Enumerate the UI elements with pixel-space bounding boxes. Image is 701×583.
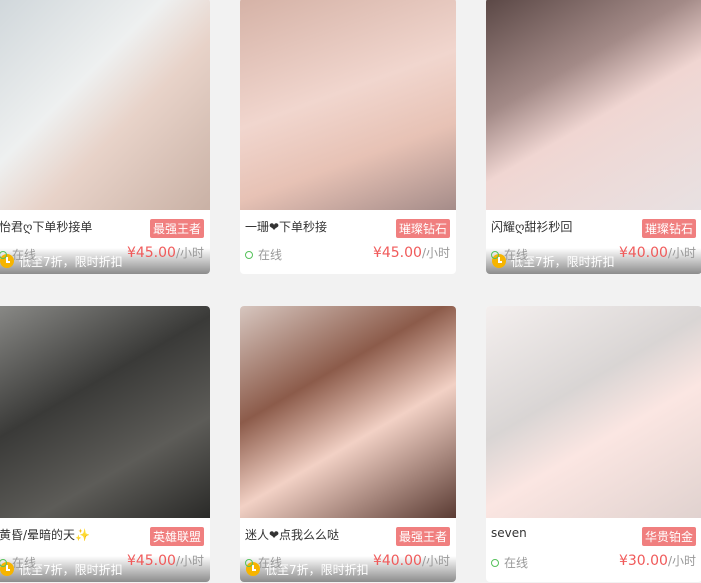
online-dot-icon [0,558,7,567]
rank-badge: 英雄联盟 [149,527,204,546]
player-name: 黄昏/晕暗的天✨ [0,528,90,542]
rank-badge: 华贵铂金 [641,527,696,546]
price-value: ¥40.00 [372,553,422,569]
player-name: 迷人❤点我么么哒 [245,528,340,542]
player-photo [240,306,456,518]
online-dot-icon [245,250,253,259]
player-name: 怡君ღ下单秒接单 [0,220,93,234]
online-dot-icon [245,558,253,567]
player-card[interactable]: 低至7折，限时折扣 迷人❤点我么么哒 最强王者 在线 ¥40.00/小时 [240,306,456,582]
status-label: 在线 [258,248,283,262]
player-card[interactable]: 低至7折，限时折扣 闪耀ღ甜衫秒回 璀璨钻石 在线 ¥40.00/小时 [486,0,701,274]
price: ¥30.00/小时 [619,552,696,569]
price-value: ¥45.00 [372,245,422,261]
player-photo [0,306,210,518]
rank-badge: 最强王者 [395,527,450,546]
price: ¥45.00/小时 [127,552,204,569]
online-status: 在线 [491,554,528,571]
player-card[interactable]: 低至7折，限时折扣 黄昏/晕暗的天✨ 英雄联盟 在线 ¥45.00/小时 [0,306,210,582]
price-value: ¥30.00 [618,553,668,569]
price-value: ¥45.00 [126,245,176,261]
player-card[interactable]: seven 华贵铂金 在线 ¥30.00/小时 [486,306,701,582]
online-status: 在线 [245,246,282,263]
price-value: ¥45.00 [126,553,176,569]
online-dot-icon [0,250,7,259]
online-status: 在线 [0,554,36,571]
status-label: 在线 [504,248,529,262]
rank-badge: 最强王者 [149,219,204,238]
online-status: 在线 [0,246,36,263]
price: ¥45.00/小时 [373,244,450,261]
status-label: 在线 [12,248,37,262]
online-status: 在线 [491,246,528,263]
online-dot-icon [491,558,499,567]
rank-badge: 璀璨钻石 [641,219,696,238]
price-unit: /小时 [421,554,450,568]
online-dot-icon [491,250,499,259]
player-photo [0,0,210,210]
status-label: 在线 [504,556,529,570]
player-card[interactable]: 一珊❤下单秒接 璀璨钻石 在线 ¥45.00/小时 [240,0,456,274]
price-unit: /小时 [175,246,204,260]
status-label: 在线 [258,556,283,570]
online-status: 在线 [245,554,282,571]
price: ¥45.00/小时 [127,244,204,261]
price-unit: /小时 [175,554,204,568]
status-label: 在线 [12,556,37,570]
price: ¥40.00/小时 [373,552,450,569]
price: ¥40.00/小时 [619,244,696,261]
player-photo [486,0,701,210]
player-name: seven [491,526,527,540]
player-photo [240,0,456,210]
price-unit: /小时 [667,246,696,260]
price-value: ¥40.00 [618,245,668,261]
rank-badge: 璀璨钻石 [395,219,450,238]
player-card[interactable]: 低至7折，限时折扣 怡君ღ下单秒接单 最强王者 在线 ¥45.00/小时 [0,0,210,274]
price-unit: /小时 [667,554,696,568]
price-unit: /小时 [421,246,450,260]
player-photo [486,306,701,518]
player-name: 闪耀ღ甜衫秒回 [491,220,573,234]
player-name: 一珊❤下单秒接 [245,220,328,234]
